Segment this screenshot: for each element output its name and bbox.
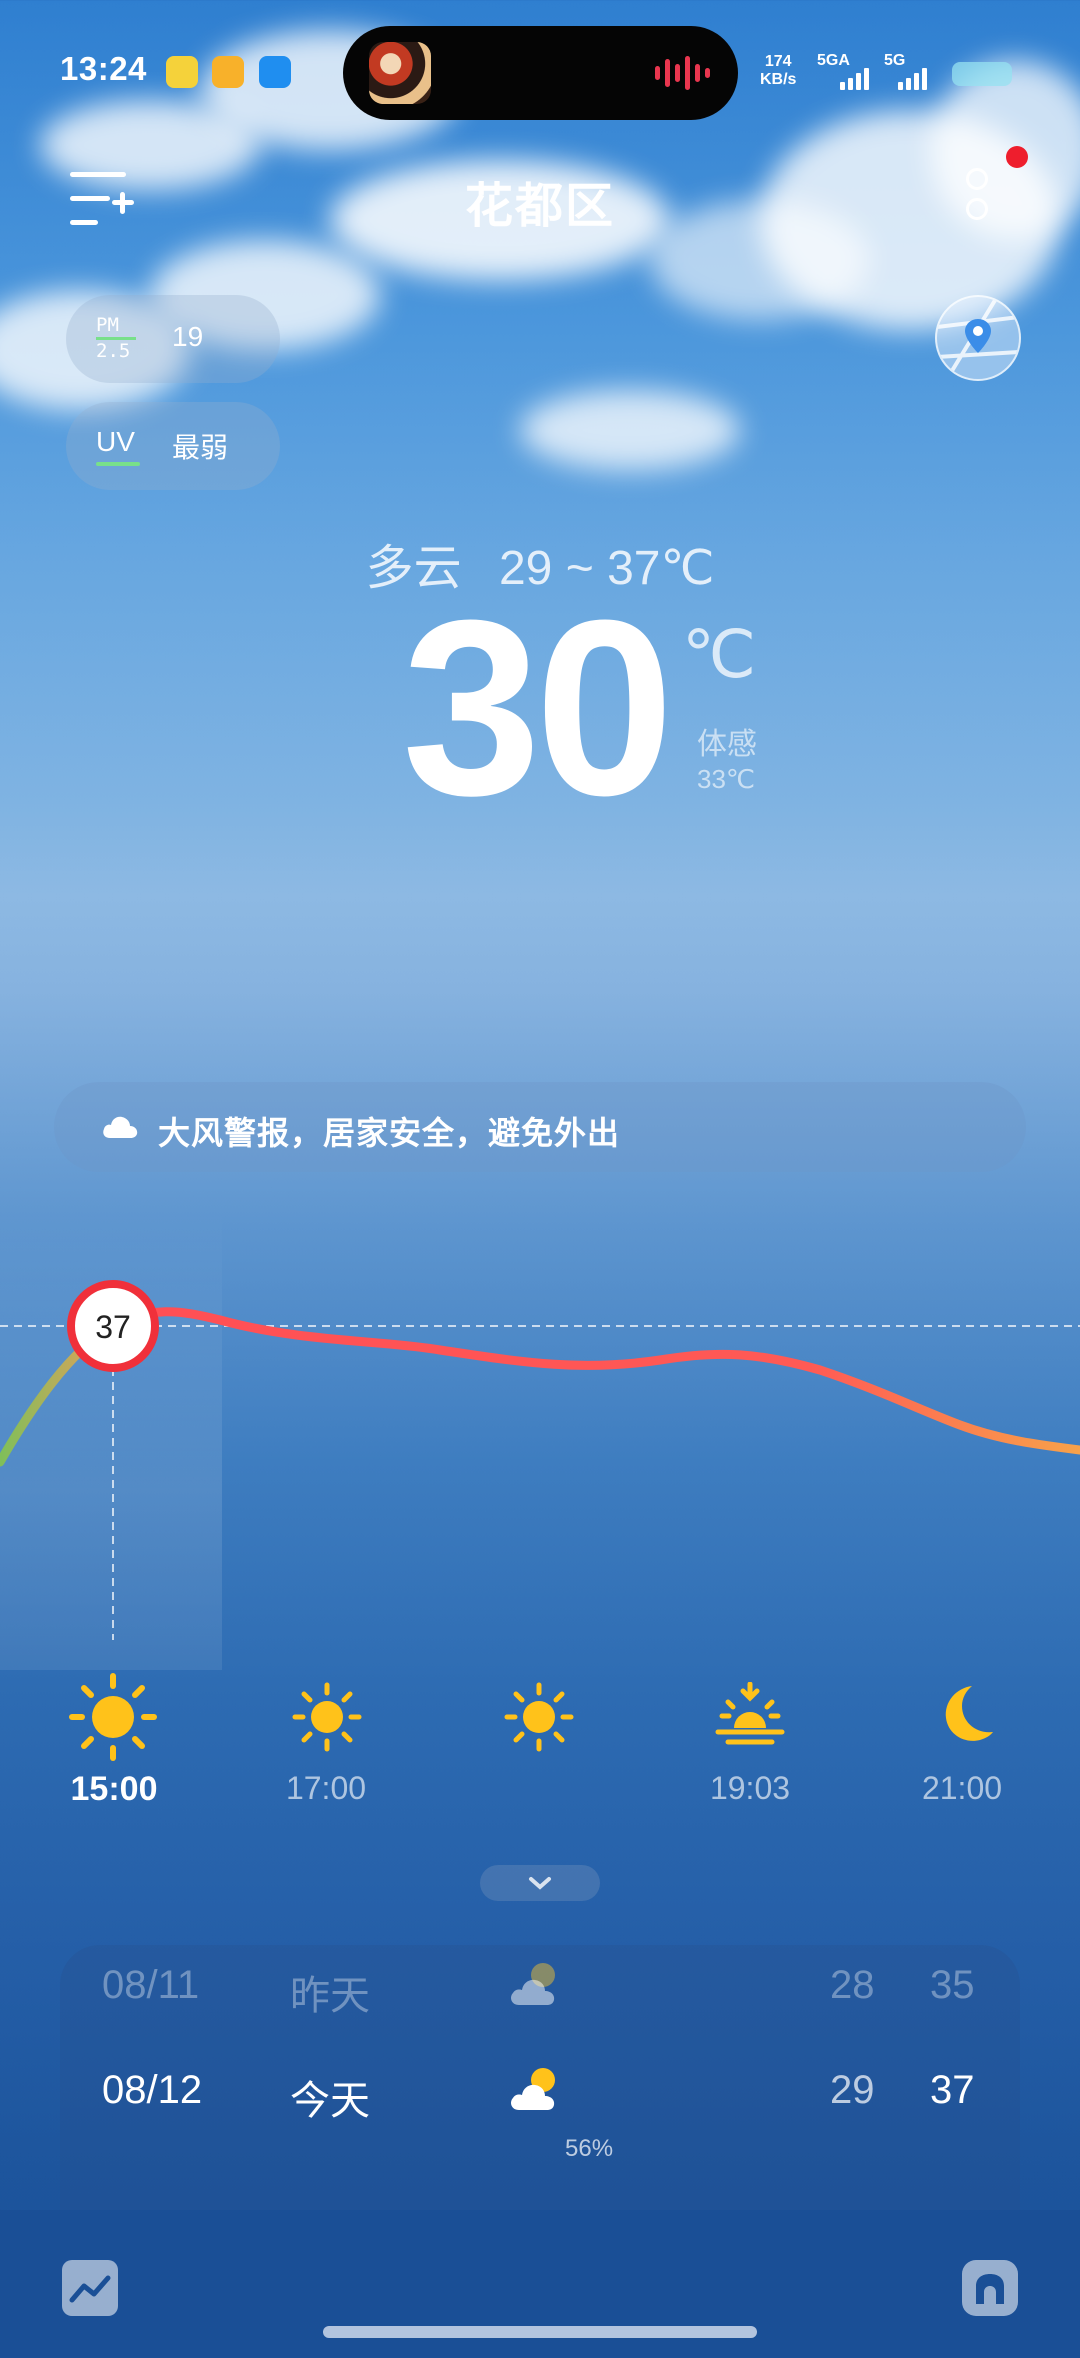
- pm25-label: PM 2.5: [96, 315, 136, 362]
- daily-forecast-card[interactable]: 08/11 昨天 28 35 08/12 今天 29 37 56%: [60, 1945, 1020, 2215]
- city-title[interactable]: 花都区: [0, 166, 1080, 236]
- expand-toggle[interactable]: [480, 1865, 600, 1901]
- sun-icon: [69, 1673, 157, 1761]
- temp-unit: ℃: [682, 617, 757, 691]
- dynamic-island[interactable]: [343, 26, 738, 120]
- hour-label[interactable]: 15:00: [14, 1770, 214, 1809]
- battery-icon: [952, 62, 1012, 86]
- hour-label[interactable]: 19:03: [650, 1770, 850, 1807]
- moon-icon: [945, 1686, 993, 1741]
- sun-icon: [504, 1682, 574, 1752]
- daily-row[interactable]: 08/12 今天 29 37: [60, 2050, 1020, 2130]
- uv-value: 最弱: [172, 432, 229, 463]
- qq-music-icon: [166, 56, 198, 88]
- app-icon: [259, 56, 291, 88]
- feels-like-value: 33℃: [697, 764, 756, 794]
- daily-row[interactable]: 08/11 昨天 28 35: [60, 1945, 1020, 2025]
- weather-alert-banner[interactable]: 大风警报，居家安全，避免外出: [54, 1082, 1026, 1172]
- uv-pill[interactable]: UV 最弱: [66, 402, 280, 490]
- more-vertical-icon[interactable]: [962, 168, 992, 228]
- uv-label: UV: [96, 426, 135, 457]
- cloud-icon: [103, 1116, 138, 1138]
- rain-probability: 56%: [565, 2135, 614, 2162]
- alert-text: 大风警报，居家安全，避免外出: [158, 1115, 621, 1151]
- network-speed: 174 KB/s: [760, 53, 797, 88]
- music-album-art: [369, 42, 431, 104]
- sunset-icon: [715, 1682, 785, 1745]
- selected-hour-column: [0, 1210, 222, 1670]
- chevron-down-icon: [529, 1877, 551, 1890]
- sim2-signal-icon: [878, 68, 938, 92]
- trend-chart-icon[interactable]: [62, 2260, 118, 2316]
- pm25-value: 19: [172, 321, 204, 352]
- home-icon[interactable]: [962, 2260, 1018, 2316]
- feels-like-label: 体感: [697, 728, 757, 761]
- weibo-icon: [212, 56, 244, 88]
- partly-cloudy-icon: [511, 1963, 555, 2005]
- current-temp: 30: [402, 568, 674, 847]
- hour-label[interactable]: 17:00: [226, 1770, 426, 1807]
- home-indicator[interactable]: [323, 2326, 757, 2338]
- notification-dot: [1006, 146, 1028, 168]
- map-icon[interactable]: [935, 295, 1021, 381]
- sun-icon: [292, 1682, 362, 1752]
- hour-label[interactable]: 21:00: [862, 1770, 1062, 1807]
- daily-row-partial[interactable]: 56%: [60, 2135, 1020, 2215]
- hourly-temperature-chart[interactable]: 37: [0, 1210, 1080, 1670]
- sim1-signal-icon: [820, 68, 880, 92]
- selected-temp-value: 37: [95, 1309, 131, 1345]
- status-time: 13:24: [60, 50, 147, 87]
- partly-cloudy-icon: [511, 2068, 555, 2110]
- pm25-pill[interactable]: PM 2.5 19: [66, 295, 280, 383]
